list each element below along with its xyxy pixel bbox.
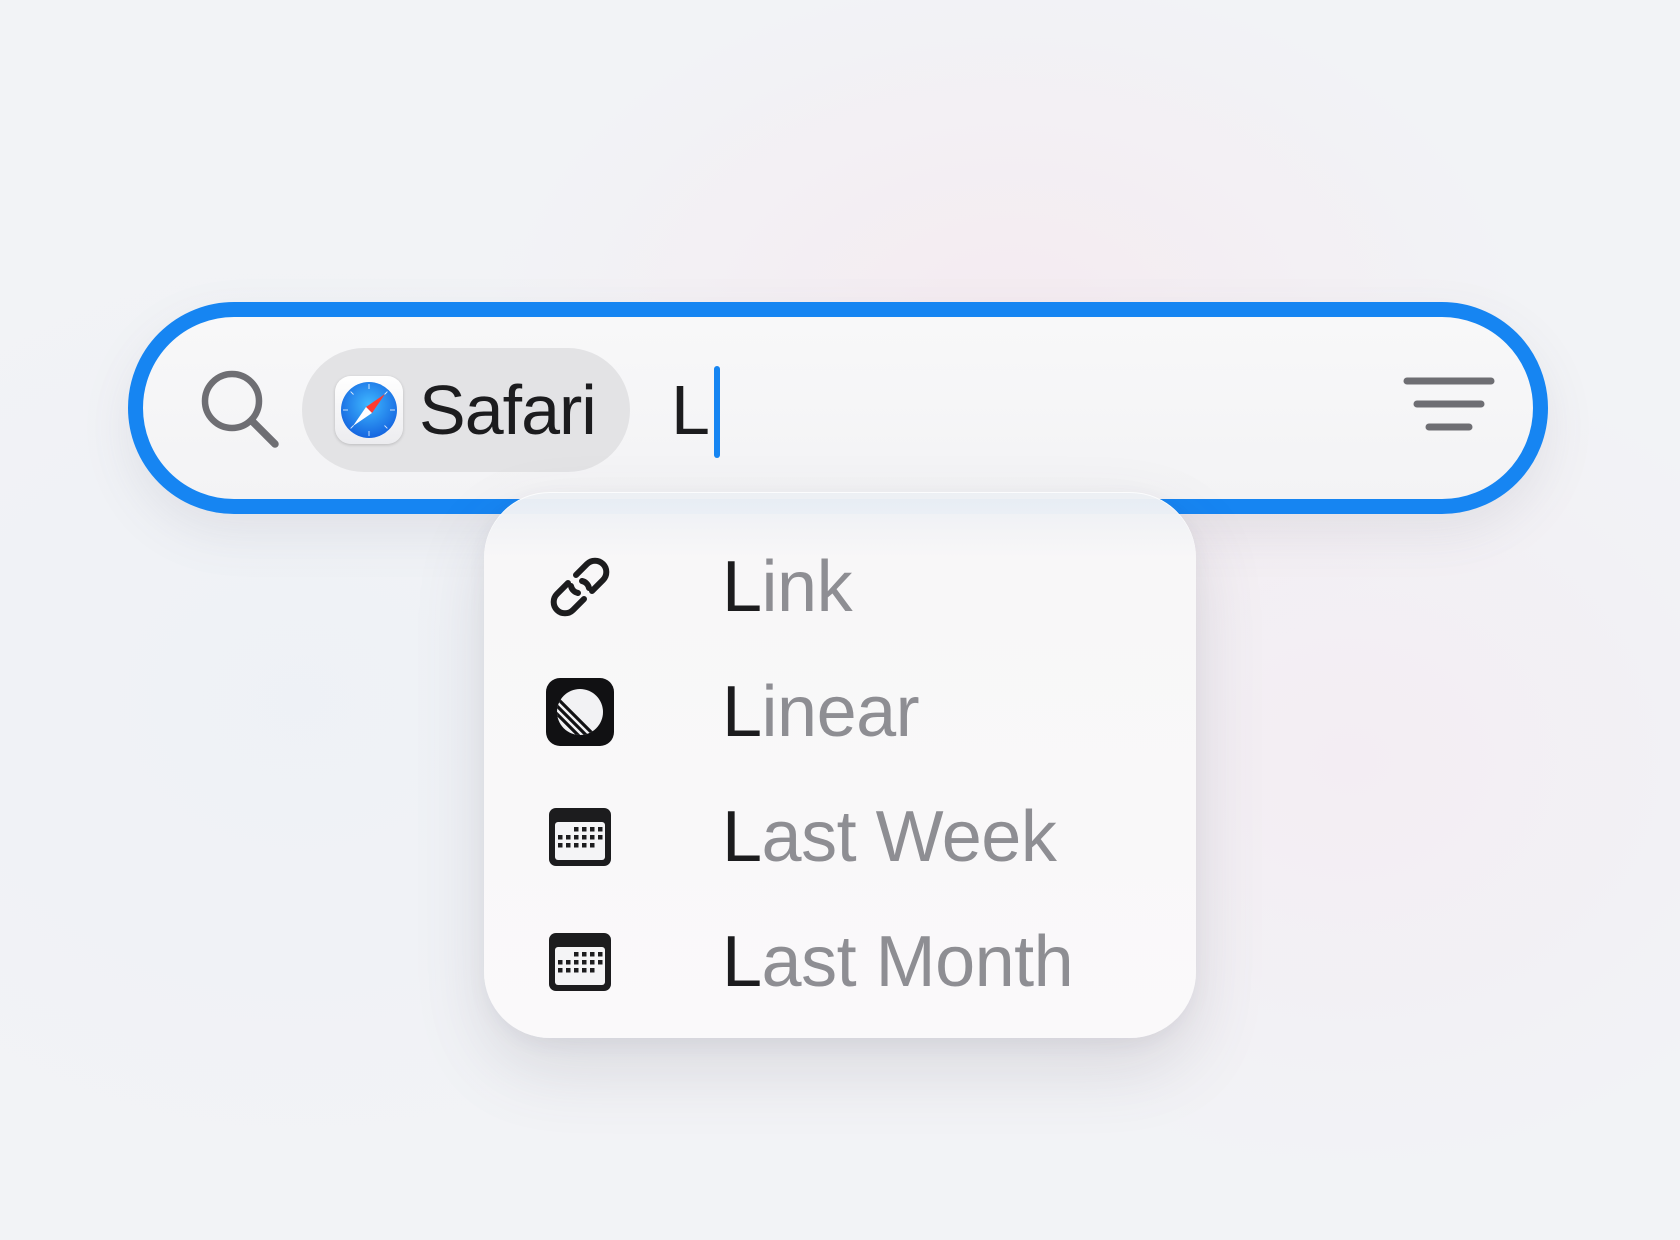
scope-label: Safari — [419, 371, 597, 449]
filter-icon[interactable] — [1403, 373, 1495, 437]
linear-app-icon — [546, 678, 614, 746]
suggestion-label: Linear — [722, 672, 920, 752]
suggestion-label: Last Month — [722, 922, 1074, 1002]
scope-chip[interactable]: Safari — [302, 348, 630, 472]
search-bar[interactable]: Safari L — [128, 302, 1548, 514]
safari-icon — [335, 376, 403, 444]
suggestion-linear[interactable]: Linear — [546, 657, 1146, 767]
suggestion-last-month[interactable]: Last Month — [546, 907, 1146, 1017]
text-caret — [714, 366, 720, 458]
suggestion-link[interactable]: Link — [546, 532, 1146, 642]
search-icon — [201, 370, 279, 448]
suggestion-label: Link — [722, 547, 853, 627]
link-icon — [550, 557, 610, 617]
search-input[interactable]: L — [671, 370, 710, 450]
calendar-icon — [549, 808, 611, 866]
suggestions-dropdown: Link Linear Last Week Last Month — [484, 492, 1196, 1038]
suggestion-label: Last Week — [722, 797, 1057, 877]
suggestion-last-week[interactable]: Last Week — [546, 782, 1146, 892]
calendar-icon — [549, 933, 611, 991]
